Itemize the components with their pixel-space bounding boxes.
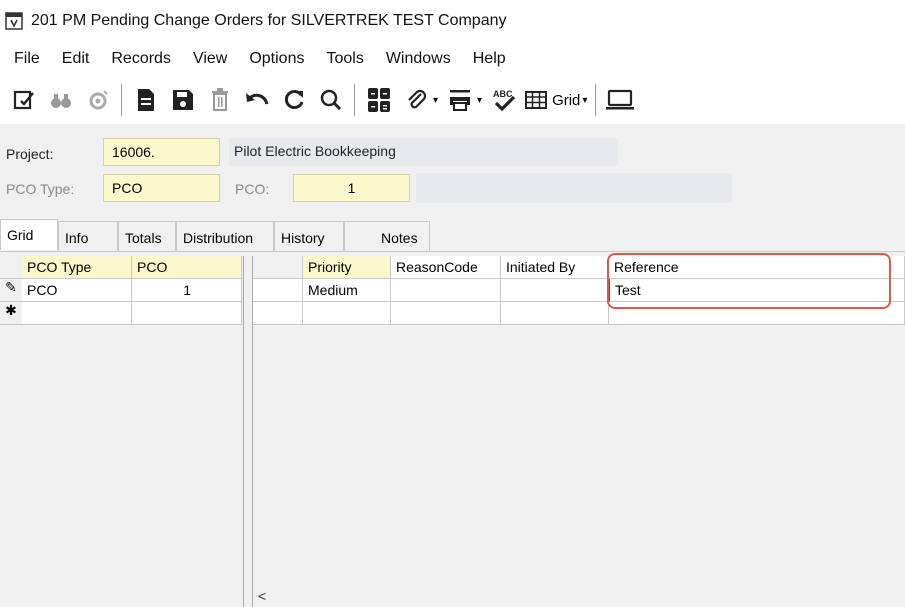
table-cell-pco[interactable] [132,302,242,325]
pco-type-label: PCO Type: [6,181,75,197]
table-cell-initiated-by[interactable] [501,279,609,302]
tab-grid[interactable]: Grid [0,219,58,250]
tab-notes[interactable]: Notes [344,221,430,251]
title-bar: 201 PM Pending Change Orders for SILVERT… [0,0,905,42]
column-header-initiated-by[interactable]: Initiated By [501,256,609,279]
search-icon[interactable] [315,80,347,120]
print-dropdown-chevron-icon[interactable]: ▾ [477,95,482,106]
grid-dropdown-chevron-icon[interactable]: ▾ [582,95,587,106]
toolbar-separator [354,84,355,116]
column-header-pco-type[interactable]: PCO Type [22,256,132,279]
table-cell-initiated-by[interactable] [501,302,609,325]
grid-icon [525,91,548,109]
menu-view[interactable]: View [193,50,227,68]
pco-field[interactable]: 1 [293,174,410,202]
left-grid: PCO Type PCO ✎ PCO 1 ✱ [0,256,242,607]
tab-distribution[interactable]: Distribution [176,221,274,251]
table-cell-pco-type[interactable] [22,302,132,325]
tab-strip: Grid Info Totals Distribution History No… [0,219,905,251]
calculator-icon[interactable] [363,80,395,120]
menu-file[interactable]: File [14,50,40,68]
table-cell-priority[interactable]: Medium [303,279,391,302]
project-field[interactable]: 16006. [103,138,220,166]
scroll-left-chevron-icon[interactable]: < [258,588,266,604]
spellcheck-icon[interactable]: ABC [488,80,520,120]
table-cell-priority[interactable] [303,302,391,325]
tab-history[interactable]: History [274,221,344,251]
table-cell-blank[interactable] [253,279,303,302]
table-cell-reason-code[interactable] [391,279,501,302]
attachment-dropdown-chevron-icon[interactable]: ▾ [433,95,438,106]
new-document-icon[interactable] [130,80,162,120]
column-header-blank[interactable] [253,256,303,279]
laptop-icon[interactable] [604,80,636,120]
table-cell-blank[interactable] [253,302,303,325]
grid-view-button[interactable]: Grid [525,91,580,109]
row-edit-indicator-icon: ✎ [0,279,22,302]
highlight-annotation [607,253,891,309]
undo-icon[interactable] [241,80,273,120]
column-header-pco[interactable]: PCO [132,256,242,279]
table-cell-pco-type[interactable]: PCO [22,279,132,302]
toolbar-separator [121,84,122,116]
project-label: Project: [6,146,54,162]
wizard-icon[interactable] [82,80,114,120]
tab-totals[interactable]: Totals [118,221,176,251]
menu-windows[interactable]: Windows [386,50,451,68]
pco-description-field [416,173,732,203]
header-form: Project: 16006. Pilot Electric Bookkeepi… [0,124,905,220]
toolbar-separator [595,84,597,116]
menu-tools[interactable]: Tools [326,50,363,68]
svg-text:ABC: ABC [493,89,513,99]
window-title: 201 PM Pending Change Orders for SILVERT… [31,12,507,29]
menu-help[interactable]: Help [473,50,506,68]
table-cell-pco[interactable]: 1 [132,279,242,302]
column-header-priority[interactable]: Priority [303,256,391,279]
grid-view-label: Grid [552,91,581,109]
delete-icon[interactable] [204,80,236,120]
binoculars-icon[interactable] [45,80,77,120]
grid-splitter[interactable] [243,256,253,607]
app-window-icon [5,12,23,30]
menu-bar: File Edit Records View Options Tools Win… [0,42,905,76]
column-header-reason-code[interactable]: ReasonCode [391,256,501,279]
refresh-icon[interactable] [278,80,310,120]
tab-info[interactable]: Info [58,221,118,251]
pco-type-field[interactable]: PCO [103,174,220,202]
edit-record-icon[interactable] [8,80,40,120]
attachment-icon[interactable] [400,80,432,120]
project-description-field: Pilot Electric Bookkeeping [229,138,618,166]
print-icon[interactable] [444,80,476,120]
pco-label: PCO: [235,181,270,197]
menu-edit[interactable]: Edit [62,50,90,68]
new-row-indicator-icon: ✱ [0,302,22,325]
grid-corner [0,256,22,279]
toolbar: ▾ ▾ ABC Grid ▾ [0,76,905,124]
table-cell-reason-code[interactable] [391,302,501,325]
save-icon[interactable] [167,80,199,120]
menu-records[interactable]: Records [111,50,171,68]
menu-options[interactable]: Options [249,50,304,68]
